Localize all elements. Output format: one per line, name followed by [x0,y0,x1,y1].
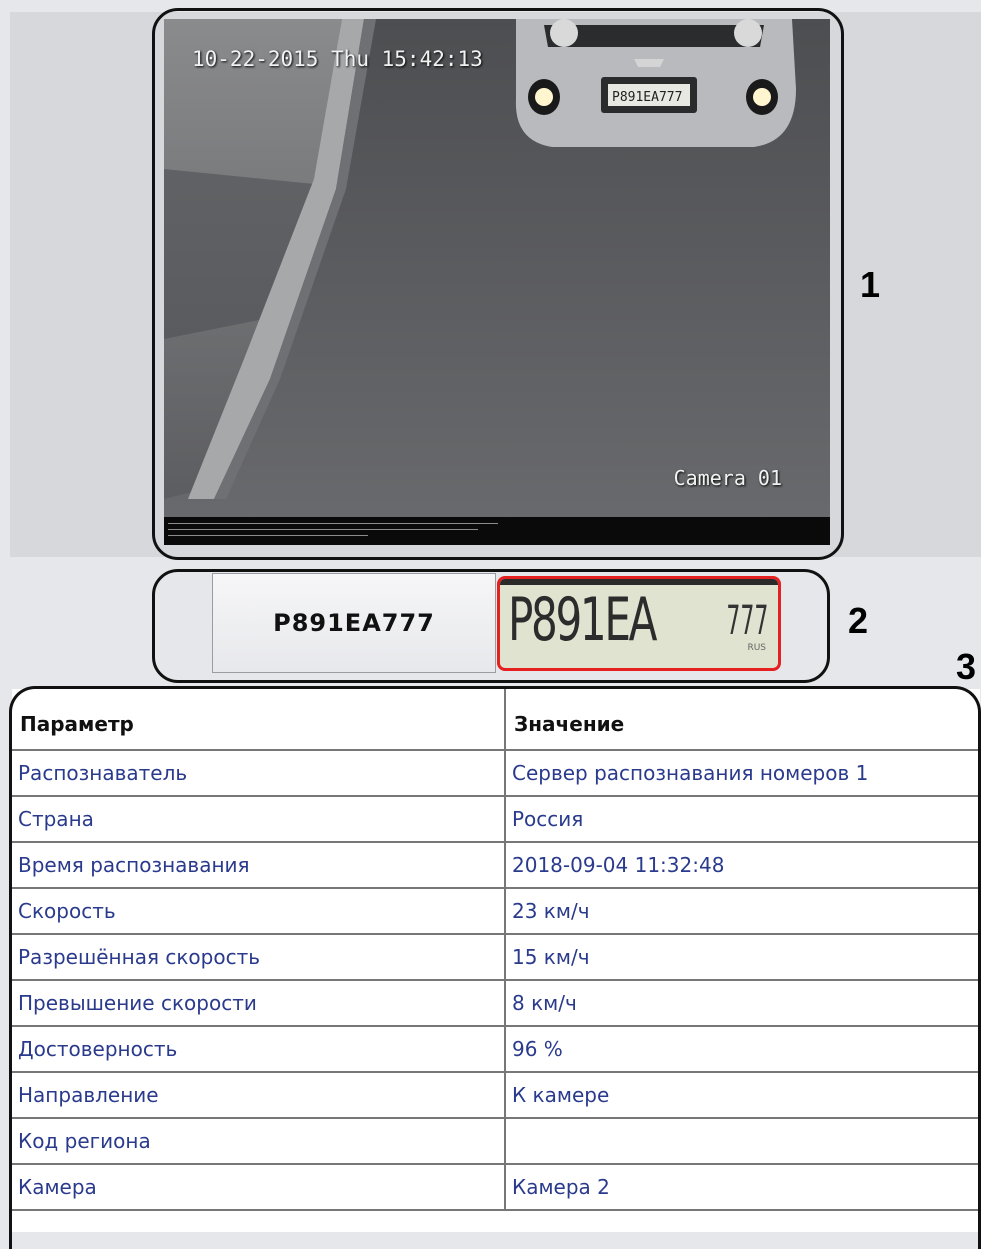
plate-image-chars: P891EA [508,585,657,655]
plate-image-country: RUS [747,643,766,653]
plate-image[interactable]: P891EA 777 RUS [497,576,781,671]
plate-recognized-text: P891EA777 [273,609,435,637]
marker-3: 3 [956,646,977,687]
plate-image-region: 777 [726,598,768,644]
plate-text-box: P891EA777 [212,573,496,673]
section-3-outline [9,686,981,1249]
marker-2: 2 [848,600,869,641]
marker-1: 1 [860,264,881,305]
section-1-outline [152,8,844,560]
